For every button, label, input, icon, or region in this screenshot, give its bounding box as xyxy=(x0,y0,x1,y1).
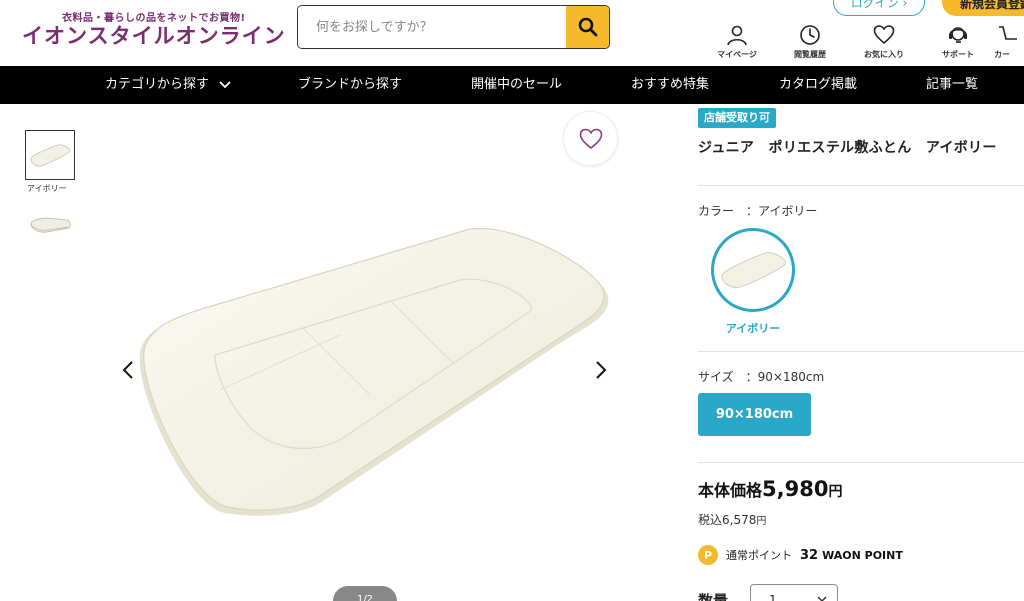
price-label: 本体価格 xyxy=(698,481,763,500)
price-unit: 円 xyxy=(828,484,843,500)
folded-futon-thumbnail-image xyxy=(30,217,71,233)
thumbnail-1[interactable] xyxy=(25,130,75,180)
quantity-value: 1 xyxy=(769,593,777,601)
thumbnail-1-label: アイボリー xyxy=(27,184,67,193)
nav-item-category-label: カテゴリから探す xyxy=(105,77,210,92)
futon-swatch-image xyxy=(721,252,787,288)
site-logo[interactable]: イオンスタイルオンライン xyxy=(22,20,286,50)
futon-thumbnail-image xyxy=(30,144,71,167)
quantity-label: 数量 xyxy=(698,592,729,601)
heart-outline-icon xyxy=(579,128,602,149)
price-value: 5,980 xyxy=(762,477,829,501)
nav-item-brand[interactable]: ブランドから探す xyxy=(298,66,402,104)
image-counter: 1/2 xyxy=(333,586,397,601)
nav-item-sale[interactable]: 開催中のセール xyxy=(471,66,562,104)
store-pickup-badge: 店舗受取り可 xyxy=(698,108,776,128)
point-unit: WAON POINT xyxy=(822,548,903,562)
chevron-down-icon xyxy=(817,596,827,601)
chevron-down-icon xyxy=(219,80,231,88)
search-button[interactable] xyxy=(566,6,609,48)
size-label: サイズ ：90×180cm xyxy=(698,370,825,384)
futon-product-image xyxy=(139,227,609,516)
size-option-90x180[interactable]: 90×180cm xyxy=(698,393,811,436)
price-row: 本体価格5,980円 xyxy=(698,477,842,501)
point-icon: P xyxy=(698,545,718,565)
tax-included-price: 税込6,578円 xyxy=(698,511,766,528)
point-value: 32 xyxy=(800,547,819,563)
quantity-select[interactable]: 1 xyxy=(750,584,838,601)
search-input[interactable] xyxy=(298,6,566,48)
thumbnail-2[interactable] xyxy=(25,205,75,245)
divider xyxy=(698,351,1024,352)
add-favorite-button[interactable] xyxy=(563,111,618,166)
divider xyxy=(698,462,1024,463)
nav-item-category[interactable]: カテゴリから探す xyxy=(105,66,231,104)
product-title: ジュニア ポリエステル敷ふとん アイボリー xyxy=(698,140,997,156)
color-label: カラー ：アイボリー xyxy=(698,204,818,218)
point-row: P 通常ポイント 32 WAON POINT xyxy=(698,545,903,565)
search-box xyxy=(297,5,610,49)
color-swatch-ivory[interactable] xyxy=(711,228,795,312)
product-info-panel: 店舗受取り可 ジュニア ポリエステル敷ふとん アイボリー カラー ：アイボリー … xyxy=(698,0,1024,601)
tax-price-label: 税込6,578 xyxy=(698,513,757,527)
divider xyxy=(698,185,1024,186)
color-swatch-label: アイボリー xyxy=(725,322,781,335)
tax-price-unit: 円 xyxy=(756,516,767,527)
point-label: 通常ポイント xyxy=(726,549,792,562)
search-icon xyxy=(578,17,597,37)
